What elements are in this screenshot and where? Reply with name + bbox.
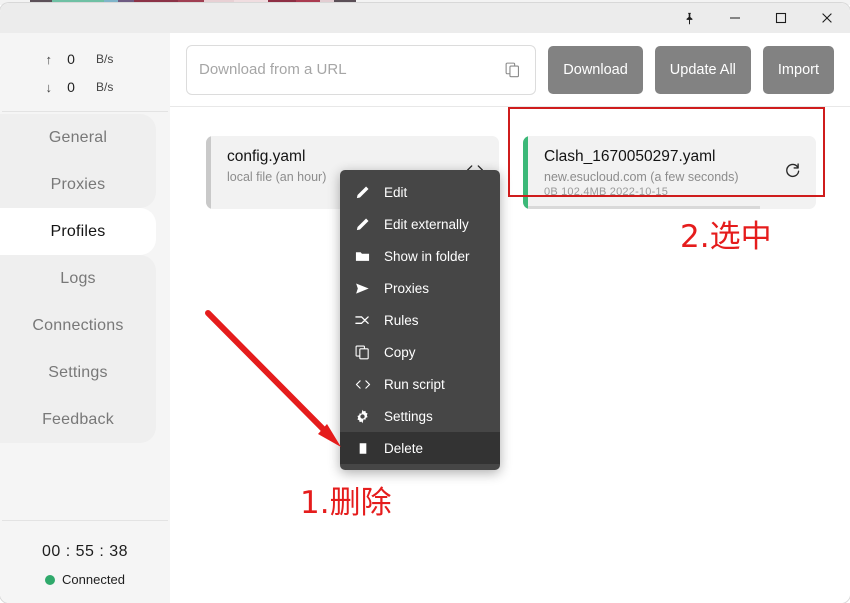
app-root: ↑ 0 B/s ↓ 0 B/s General Proxies Profiles bbox=[0, 0, 850, 603]
menu-item-edit-externally[interactable]: Edit externally bbox=[340, 208, 500, 240]
download-button[interactable]: Download bbox=[548, 45, 643, 94]
menu-item-label: Delete bbox=[384, 440, 424, 456]
status-block: 00 : 55 : 38 Connected bbox=[0, 520, 170, 603]
rules-icon bbox=[354, 312, 371, 329]
menu-item-label: Settings bbox=[384, 408, 433, 424]
speed-panel: ↑ 0 B/s ↓ 0 B/s bbox=[0, 33, 170, 111]
sidebar: ↑ 0 B/s ↓ 0 B/s General Proxies Profiles bbox=[0, 33, 170, 603]
sidebar-item-logs[interactable]: Logs bbox=[0, 255, 156, 302]
maximize-button[interactable] bbox=[758, 3, 804, 33]
menu-item-label: Edit externally bbox=[384, 216, 469, 232]
sidebar-item-feedback[interactable]: Feedback bbox=[0, 396, 156, 443]
upload-speed-value: 0 bbox=[67, 51, 75, 67]
minimize-button[interactable] bbox=[712, 3, 758, 33]
download-speed-value: 0 bbox=[67, 79, 75, 95]
trash-icon bbox=[354, 440, 371, 457]
download-speed-row: ↓ 0 B/s bbox=[0, 73, 170, 101]
clash-window: ↑ 0 B/s ↓ 0 B/s General Proxies Profiles bbox=[0, 3, 850, 603]
folder-icon bbox=[354, 248, 371, 265]
copy-icon[interactable] bbox=[501, 59, 523, 81]
download-arrow-icon: ↓ bbox=[45, 79, 53, 95]
sidebar-group-upper: General Proxies bbox=[0, 114, 156, 208]
sidebar-nav: General Proxies Profiles Logs Connection… bbox=[0, 112, 170, 443]
url-field[interactable] bbox=[186, 44, 537, 95]
menu-item-show-in-folder[interactable]: Show in folder bbox=[340, 240, 500, 272]
pencil-icon bbox=[354, 216, 371, 233]
toolbar: Download Update All Import bbox=[170, 33, 850, 106]
pencil-icon bbox=[354, 184, 371, 201]
menu-item-edit[interactable]: Edit bbox=[340, 176, 500, 208]
sidebar-item-general[interactable]: General bbox=[0, 114, 156, 161]
sidebar-divider-bottom bbox=[2, 520, 168, 521]
profile-card-clash[interactable]: Clash_1670050297.yaml new.esucloud.com (… bbox=[523, 136, 816, 209]
sidebar-item-connections[interactable]: Connections bbox=[0, 302, 156, 349]
uptime-timer: 00 : 55 : 38 bbox=[41, 543, 129, 560]
menu-item-settings[interactable]: Settings bbox=[340, 400, 500, 432]
upload-speed-unit: B/s bbox=[96, 52, 114, 66]
update-all-button[interactable]: Update All bbox=[654, 45, 751, 94]
menu-item-label: Copy bbox=[384, 344, 416, 360]
profile-subtitle: new.esucloud.com (a few seconds) bbox=[544, 170, 739, 185]
status-dot-icon bbox=[45, 574, 56, 585]
profile-progress-bar bbox=[528, 206, 760, 209]
menu-item-label: Proxies bbox=[384, 280, 430, 296]
menu-item-label: Rules bbox=[384, 312, 419, 328]
send-icon bbox=[354, 280, 371, 297]
profile-title: config.yaml bbox=[227, 148, 306, 165]
upload-arrow-icon: ↑ bbox=[45, 51, 53, 67]
menu-item-delete[interactable]: Delete bbox=[340, 432, 500, 464]
sidebar-item-profiles[interactable]: Profiles bbox=[0, 208, 156, 255]
menu-item-proxies[interactable]: Proxies bbox=[340, 272, 500, 304]
import-button[interactable]: Import bbox=[762, 45, 834, 94]
connection-status: Connected bbox=[0, 572, 170, 587]
context-menu: Edit Edit externally Show in folder Prox… bbox=[340, 170, 500, 470]
copy-icon bbox=[354, 344, 371, 361]
sidebar-group-lower: Logs Connections Settings Feedback bbox=[0, 255, 156, 443]
profile-card-body: Clash_1670050297.yaml new.esucloud.com (… bbox=[528, 136, 816, 209]
connection-status-label: Connected bbox=[62, 572, 125, 587]
menu-item-label: Show in folder bbox=[384, 248, 470, 264]
pin-button[interactable] bbox=[666, 3, 712, 33]
download-speed-unit: B/s bbox=[96, 80, 114, 94]
refresh-icon[interactable] bbox=[782, 160, 802, 180]
title-bar bbox=[0, 3, 850, 33]
profile-meta: 0B 102.4MB 2022-10-15 bbox=[544, 186, 669, 199]
menu-item-label: Run script bbox=[384, 376, 445, 392]
main-content: Download Update All Import config.yaml l… bbox=[170, 33, 850, 603]
menu-item-rules[interactable]: Rules bbox=[340, 304, 500, 336]
close-button[interactable] bbox=[804, 3, 850, 33]
menu-item-run-script[interactable]: Run script bbox=[340, 368, 500, 400]
search-input[interactable] bbox=[199, 61, 502, 78]
menu-item-copy[interactable]: Copy bbox=[340, 336, 500, 368]
sidebar-item-settings[interactable]: Settings bbox=[0, 349, 156, 396]
sidebar-item-proxies[interactable]: Proxies bbox=[0, 161, 156, 208]
menu-item-label: Edit bbox=[384, 184, 408, 200]
upload-speed-row: ↑ 0 B/s bbox=[0, 45, 170, 73]
profile-list: config.yaml local file (an hour) Clash_1… bbox=[170, 107, 850, 603]
code-icon bbox=[354, 376, 371, 393]
gear-icon bbox=[354, 408, 371, 425]
profile-title: Clash_1670050297.yaml bbox=[544, 148, 716, 165]
